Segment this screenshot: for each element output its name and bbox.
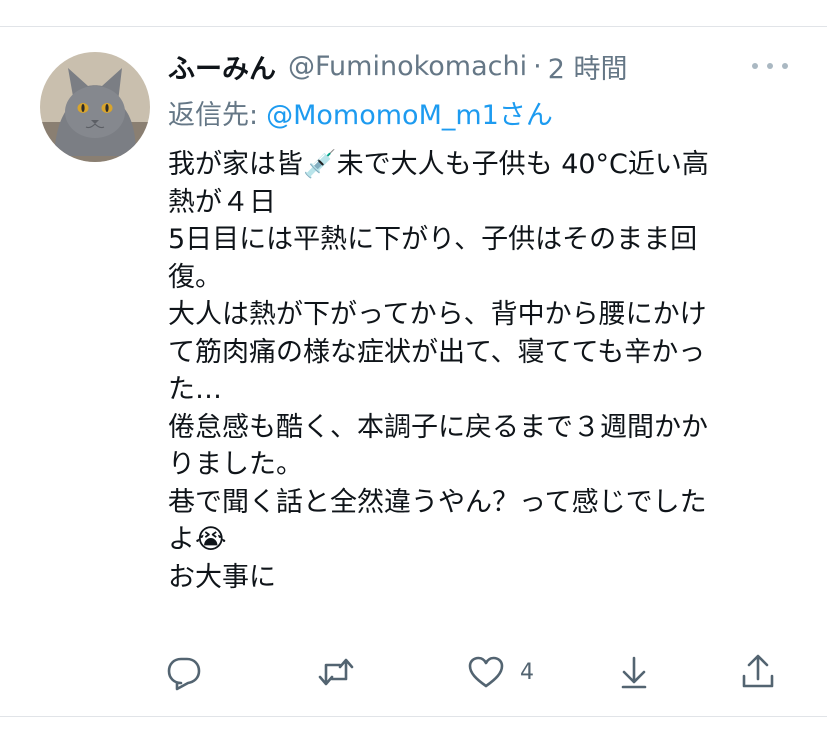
tweet-line: りました。	[168, 449, 303, 480]
tweet-line: 5日目には平熱に下がり、子供はそのまま回	[168, 224, 698, 255]
download-button[interactable]	[614, 652, 654, 692]
reply-button[interactable]	[164, 652, 204, 692]
reply-icon	[167, 657, 201, 691]
like-count: 4	[520, 659, 534, 685]
tweet-line: て筋肉痛の様な症状が出て、寝てても辛かっ	[168, 336, 706, 368]
avatar[interactable]	[40, 52, 150, 162]
tweet-header: ふーみん @Fuminokomachi · 2 時間	[168, 46, 627, 86]
tweet-line: 大人は熱が下がってから、背中から腰にかけ	[168, 299, 707, 330]
tweet-line: よ😭	[168, 524, 227, 555]
tweet-text: 我が家は皆💉未で大人も子供も 40°C近い高 熱が４日 5日目には平熱に下がり、…	[168, 146, 780, 596]
top-divider	[0, 26, 827, 27]
more-dots-icon[interactable]	[752, 52, 788, 80]
tweet-line: た…	[168, 374, 222, 405]
heart-icon	[468, 656, 504, 688]
tweet-line: 我が家は皆💉未で大人も子供も 40°C近い高	[168, 149, 709, 180]
reply-prefix: 返信先:	[168, 99, 259, 131]
dot	[767, 63, 773, 69]
reply-context: 返信先: @MomomoM_m1さん	[168, 92, 553, 132]
action-bar: 4	[0, 652, 827, 692]
tweet-line: 倦怠感も酷く、本調子に戻るまで３週間かか	[168, 411, 708, 443]
user-handle[interactable]: @Fuminokomachi	[288, 51, 527, 82]
cat-avatar-icon	[40, 52, 150, 162]
retweet-button[interactable]	[316, 652, 356, 692]
display-name[interactable]: ふーみん	[168, 47, 276, 86]
dot	[752, 63, 758, 69]
separator-dot: ·	[533, 50, 542, 82]
tweet-line: 熱が４日	[168, 186, 276, 218]
tweet-line: 復。	[168, 261, 222, 293]
reply-mention-link[interactable]: @MomomoM_m1さん	[266, 93, 553, 132]
tweet-line: お大事に	[168, 561, 276, 593]
download-icon	[621, 656, 647, 689]
retweet-icon	[318, 658, 354, 686]
reply-suffix: さん	[498, 99, 553, 131]
tweet-line: 巷で聞く話と全然違うやん？って感じでした	[168, 486, 707, 518]
reply-to-handle: @MomomoM_m1	[266, 99, 499, 131]
like-button[interactable]: 4	[466, 652, 534, 692]
share-button[interactable]	[738, 652, 778, 692]
timestamp[interactable]: 2 時間	[548, 47, 628, 86]
share-icon	[742, 654, 774, 688]
dot	[782, 63, 788, 69]
bottom-divider	[0, 716, 827, 717]
